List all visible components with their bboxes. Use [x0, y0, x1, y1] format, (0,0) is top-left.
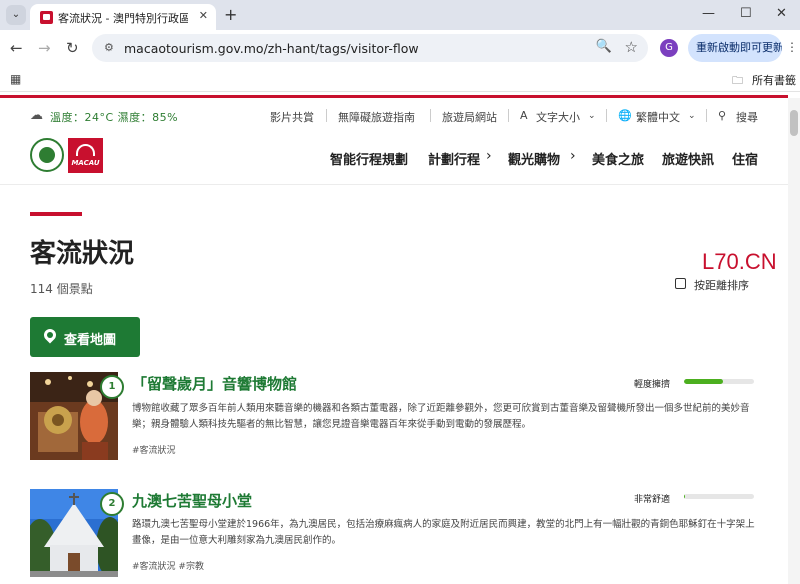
util-link-accessibility[interactable]: 無障礙旅遊指南 [338, 109, 415, 125]
crowd-level-fill [684, 379, 723, 384]
card-tags[interactable]: #客流狀況 #宗教 [132, 559, 204, 572]
chevron-down-icon[interactable]: ⌄ [588, 111, 596, 121]
tab-search-icon[interactable]: ⌄ [6, 5, 26, 25]
address-bar[interactable]: ⚙ macaotourism.gov.mo/zh-hant/tags/visit… [92, 34, 648, 62]
divider [326, 109, 327, 122]
mgto-logo[interactable]: MACAU [68, 138, 103, 173]
crowd-status-label: 輕度擁擠 [634, 380, 671, 390]
language-selector[interactable]: 繁體中文 [636, 109, 680, 125]
divider [706, 109, 707, 122]
logo-text: MACAU [71, 159, 100, 167]
watermark: L70.CN [702, 249, 777, 274]
new-tab-icon[interactable]: + [224, 5, 237, 24]
chevron-right-icon[interactable]: › [486, 148, 492, 164]
crowd-level-fill [684, 494, 686, 499]
site-info-icon[interactable]: ⚙ [104, 41, 114, 54]
page-scrollbar[interactable] [788, 98, 800, 584]
nav-plan-trip[interactable]: 計劃行程 [428, 149, 480, 168]
crowd-status-label: 非常舒適 [634, 495, 671, 505]
result-count: 114 個景點 [30, 282, 93, 296]
card-tags[interactable]: #客流狀況 [132, 443, 176, 456]
globe-icon[interactable]: 🌐 [618, 109, 632, 122]
nav-smart-itinerary[interactable]: 智能行程規劃 [330, 149, 408, 168]
view-map-button[interactable]: 查看地圖 [30, 317, 140, 357]
maximize-icon[interactable]: ☐ [740, 6, 752, 21]
nav-food[interactable]: 美食之旅 [592, 149, 644, 168]
card-number-badge: 2 [100, 492, 124, 516]
browser-toolbar: ← → ↻ ⚙ macaotourism.gov.mo/zh-hant/tags… [0, 30, 800, 66]
map-pin-icon [41, 326, 59, 344]
view-map-label: 查看地圖 [64, 333, 117, 348]
util-link-videos[interactable]: 影片共賞 [270, 109, 314, 125]
divider [508, 109, 509, 122]
card-title[interactable]: 九澳七苦聖母小堂 [132, 490, 252, 511]
sort-by-distance-label[interactable]: 按距離排序 [694, 277, 749, 293]
zoom-icon[interactable]: 🔍 [596, 39, 612, 54]
macau-government-emblem[interactable] [30, 138, 64, 172]
card-description: 博物館收藏了眾多百年前人類用來聽音樂的機器和各類古董電器，除了近距離參觀外，您更… [132, 403, 750, 430]
star-icon[interactable]: ☆ [625, 38, 638, 56]
url-text[interactable]: macaotourism.gov.mo/zh-hant/tags/visitor… [124, 41, 419, 56]
favicon [40, 11, 53, 24]
card-title[interactable]: 「留聲歲月」音響博物館 [132, 373, 297, 394]
sort-by-distance-checkbox[interactable] [675, 278, 686, 289]
bookmarks-bar: ▦ 🗀 所有書籤 [0, 66, 800, 92]
close-window-icon[interactable]: ✕ [776, 6, 787, 21]
scrollbar-thumb[interactable] [790, 110, 798, 136]
divider [430, 109, 431, 122]
site-top-accent [0, 95, 788, 98]
reload-icon[interactable]: ↻ [66, 39, 79, 57]
font-size-toggle[interactable]: 文字大小 [536, 109, 580, 125]
forward-icon[interactable]: → [38, 39, 51, 57]
search-icon[interactable]: ⚲ [718, 109, 726, 122]
profile-avatar[interactable]: G [660, 39, 678, 57]
emblem-lotus [39, 147, 55, 163]
browser-tab[interactable]: 客流狀況 - 澳門特別行政區政府旅遊局 ✕ [30, 4, 216, 30]
close-icon[interactable]: ✕ [199, 9, 208, 22]
nav-accommodation[interactable]: 住宿 [732, 149, 758, 168]
chevron-right-icon[interactable]: › [570, 148, 576, 164]
weather-info: 溫度：24°C 濕度：85% [50, 111, 179, 124]
header-divider [0, 184, 788, 185]
all-bookmarks-link[interactable]: 所有書籤 [752, 72, 796, 88]
crowd-level-bar [684, 494, 754, 499]
crowd-level-bar [684, 379, 754, 384]
chevron-down-icon[interactable]: ⌄ [688, 111, 696, 121]
search-link[interactable]: 搜尋 [736, 109, 758, 125]
tab-title: 客流狀況 - 澳門特別行政區政府旅遊局 [58, 12, 188, 25]
font-size-icon[interactable]: A [520, 109, 528, 122]
card-number-badge: 1 [100, 375, 124, 399]
divider [606, 109, 607, 122]
menu-icon[interactable]: ⋮ [786, 40, 798, 54]
apps-icon[interactable]: ▦ [10, 72, 21, 86]
folder-icon[interactable]: 🗀 [732, 72, 743, 91]
card-description: 路環九澳七苦聖母小堂建於1966年，為九澳居民，包括治療麻瘋病人的家庭及附近居民… [132, 519, 755, 546]
nav-sightseeing[interactable]: 觀光購物 [508, 149, 560, 168]
nav-news[interactable]: 旅遊快訊 [662, 149, 714, 168]
cloud-icon: ☁ [30, 108, 43, 123]
relaunch-button[interactable]: 重新啟動即可更新 [688, 34, 782, 62]
logo-arc [76, 144, 95, 156]
browser-tab-bar: ⌄ 客流狀況 - 澳門特別行政區政府旅遊局 ✕ + — ☐ ✕ [0, 0, 800, 30]
minimize-icon[interactable]: — [702, 6, 715, 21]
util-link-mgto[interactable]: 旅遊局網站 [442, 109, 497, 125]
title-accent-bar [30, 212, 82, 216]
back-icon[interactable]: ← [10, 39, 23, 57]
page-title: 客流狀況 [30, 239, 135, 269]
